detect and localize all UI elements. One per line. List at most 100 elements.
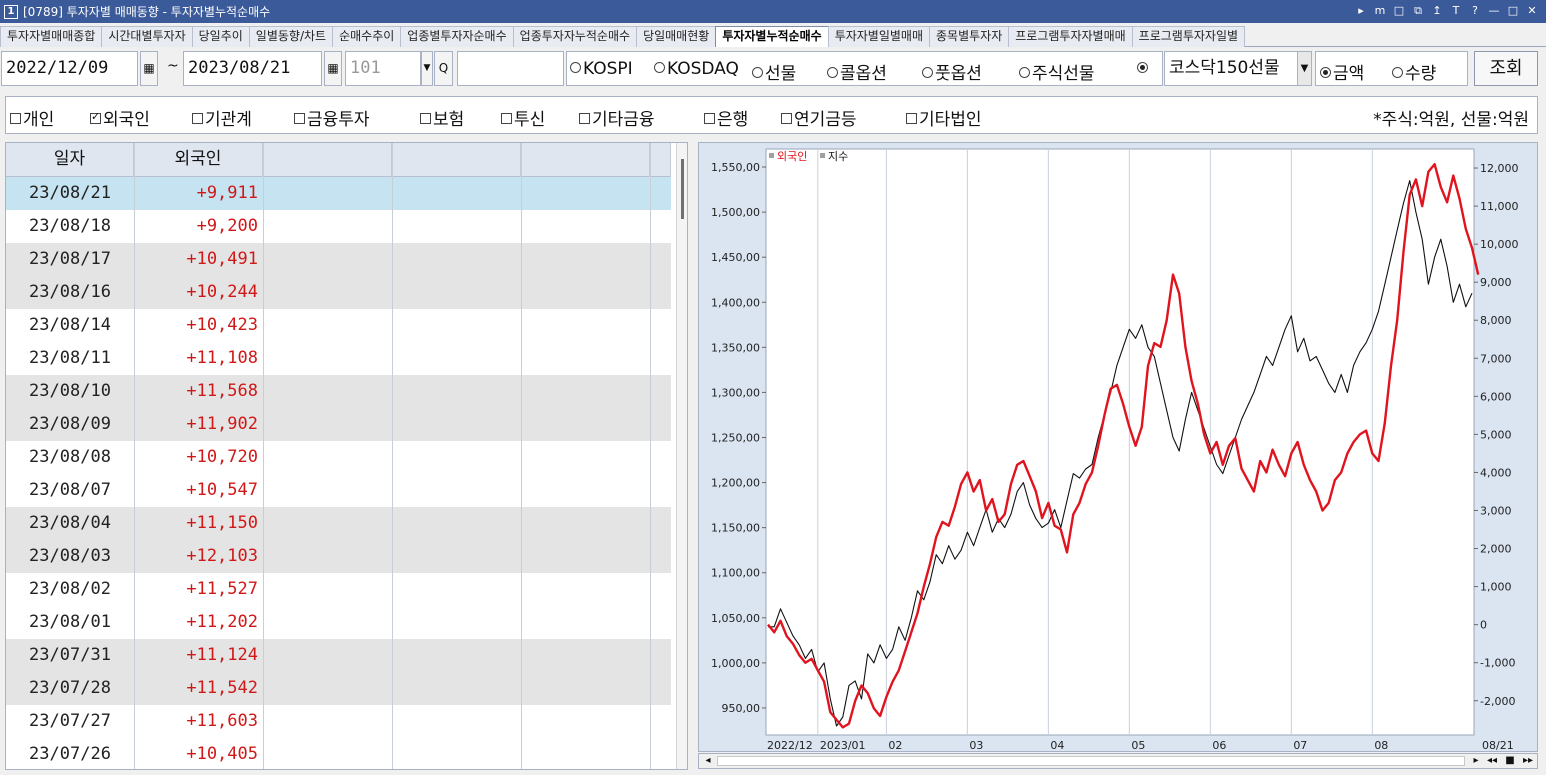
stop-icon[interactable]: ■ <box>1503 754 1517 768</box>
date-cell: 23/07/26 <box>29 744 111 764</box>
radio-kosdaq[interactable]: KOSDAQ <box>654 59 739 79</box>
pin-icon[interactable]: ↥ <box>1429 3 1445 19</box>
maximize-icon[interactable]: □ <box>1505 3 1521 19</box>
tab-investor-summary[interactable]: 투자자별매매종합 <box>0 26 103 47</box>
table-row[interactable]: 23/08/17 +10,491 <box>6 243 671 276</box>
radio-amount[interactable]: 금액 <box>1320 59 1364 84</box>
chart-horizontal-scrollbar[interactable]: ◂ ▸ ◂◂ ■ ▸▸ <box>698 753 1538 769</box>
title-bar: 1 [0789] 투자자별 매매동향 - 투자자별누적순매수 ▸ m □ ⧉ ↥… <box>0 0 1546 23</box>
tab-program-daily[interactable]: 프로그램투자자일별 <box>1131 26 1246 47</box>
tab-investor-cumulative[interactable]: 투자자별누적순매수 <box>715 26 829 47</box>
cumulative-chart[interactable]: 950,00 1,000,00 1,050,00 1,100,00 1,150,00 1,… <box>699 143 1539 753</box>
tab-investor-daily[interactable]: 투자자별일별매매 <box>827 26 931 47</box>
font-icon[interactable]: T <box>1448 3 1464 19</box>
radio-put-option[interactable]: 풋옵션 <box>922 59 982 84</box>
radio-call-option[interactable]: 콜옵션 <box>827 59 887 84</box>
table-row[interactable]: 23/07/27 +11,603 <box>6 705 671 738</box>
column-divider <box>521 143 522 769</box>
tab-net-buy-trend[interactable]: 순매수추이 <box>332 26 402 47</box>
tab-time-investor[interactable]: 시간대별투자자 <box>101 26 193 47</box>
tab-today-trades[interactable]: 당일매매현황 <box>636 26 717 47</box>
scroll-left-icon[interactable]: ◂ <box>701 754 715 768</box>
foreign-value-cell: +11,568 <box>186 381 258 401</box>
column-header-date[interactable]: 일자 <box>6 143 134 177</box>
date-cell: 23/08/16 <box>29 282 111 302</box>
table-row[interactable]: 23/08/03 +12,103 <box>6 540 671 573</box>
checkbox-institution[interactable]: 기관계 <box>192 105 252 130</box>
table-row[interactable]: 23/08/09 +11,902 <box>6 408 671 441</box>
table-row[interactable]: 23/08/21 +9,911 <box>6 177 671 210</box>
radio-futures[interactable]: 선물 <box>752 59 796 84</box>
table-row[interactable]: 23/08/04 +11,150 <box>6 507 671 540</box>
date-cell: 23/08/04 <box>29 513 111 533</box>
minimize-icon[interactable]: — <box>1486 3 1502 19</box>
tab-sector-net-buy[interactable]: 업종별투자자순매수 <box>400 26 514 47</box>
table-row[interactable]: 23/08/10 +11,568 <box>6 375 671 408</box>
column-header-foreign[interactable]: 외국인 <box>134 143 263 177</box>
table-row[interactable]: 23/07/26 +10,405 <box>6 738 671 769</box>
checkbox-insurance[interactable]: 보험 <box>420 105 464 130</box>
scroll-right-icon[interactable]: ▸ <box>1469 754 1483 768</box>
right-axis-tick-label: 6,000 <box>1480 390 1512 403</box>
table-row[interactable]: 23/07/31 +11,124 <box>6 639 671 672</box>
radio-mark <box>827 67 838 78</box>
radio-quantity[interactable]: 수량 <box>1392 59 1436 84</box>
checkbox-financial-investment[interactable]: 금융투자 <box>294 105 370 130</box>
tab-stock-investor[interactable]: 종목별투자자 <box>929 26 1010 47</box>
scrollbar-track[interactable] <box>717 756 1465 766</box>
table-row[interactable]: 23/08/02 +11,527 <box>6 573 671 606</box>
radio-kospi[interactable]: KOSPI <box>570 59 633 79</box>
fast-forward-icon[interactable]: ▸▸ <box>1521 754 1535 768</box>
copy-window-icon[interactable]: ⧉ <box>1410 3 1426 19</box>
split-icon[interactable]: □ <box>1391 3 1407 19</box>
tab-daily-chart[interactable]: 일별동향/차트 <box>248 26 334 47</box>
x-axis-tick-label: 06 <box>1212 739 1226 752</box>
checkbox-foreign[interactable]: 외국인 <box>90 105 150 130</box>
table-row[interactable]: 23/08/16 +10,244 <box>6 276 671 309</box>
date-cell: 23/08/17 <box>29 249 111 269</box>
search-icon[interactable]: Q <box>434 51 453 86</box>
vertical-scrollbar[interactable] <box>676 143 687 769</box>
radio-other-product[interactable] <box>1137 59 1150 79</box>
radio-stock-futures[interactable]: 주식선물 <box>1019 59 1095 84</box>
checkbox-investment-trust[interactable]: 투신 <box>501 105 545 130</box>
checkbox-other-corp[interactable]: 기타법인 <box>906 105 982 130</box>
tab-intraday-trend[interactable]: 당일추이 <box>191 26 250 47</box>
product-select[interactable]: 코스닥150선물 ▼ <box>1164 51 1312 86</box>
calendar-icon[interactable]: ▦ <box>140 51 158 86</box>
end-date-field[interactable]: 2023/08/21 <box>183 51 322 86</box>
close-icon[interactable]: ✕ <box>1524 3 1540 19</box>
table-row[interactable]: 23/07/28 +11,542 <box>6 672 671 705</box>
query-button[interactable]: 조회 <box>1474 51 1538 86</box>
start-date-field[interactable]: 2022/12/09 <box>1 51 138 86</box>
table-row[interactable]: 23/08/01 +11,202 <box>6 606 671 639</box>
tab-sector-cumulative[interactable]: 업종투자자누적순매수 <box>512 26 638 47</box>
checkbox-bank[interactable]: 은행 <box>704 105 748 130</box>
rewind-icon[interactable]: ◂◂ <box>1485 754 1499 768</box>
date-cell: 23/08/02 <box>29 579 111 599</box>
x-axis-tick-label: 2022/12 <box>767 739 813 752</box>
date-cell: 23/08/01 <box>29 612 111 632</box>
checkbox-individual[interactable]: 개인 <box>10 105 54 130</box>
table-row[interactable]: 23/08/07 +10,547 <box>6 474 671 507</box>
checkbox-pension[interactable]: 연기금등 <box>781 105 857 130</box>
memo-icon[interactable]: m <box>1372 3 1388 19</box>
foreign-value-cell: +11,150 <box>186 513 258 533</box>
tab-program-investor[interactable]: 프로그램투자자별매매 <box>1008 26 1133 47</box>
name-field[interactable] <box>457 51 564 86</box>
code-field[interactable]: 101 <box>345 51 421 86</box>
calendar-icon[interactable]: ▦ <box>324 51 342 86</box>
dropdown-arrow-icon[interactable]: ▼ <box>421 51 433 86</box>
radio-mark <box>654 62 665 73</box>
column-divider <box>392 143 393 769</box>
date-cell: 23/08/18 <box>29 216 111 236</box>
help-icon[interactable]: ? <box>1467 3 1483 19</box>
table-row[interactable]: 23/08/14 +10,423 <box>6 309 671 342</box>
table-row[interactable]: 23/08/08 +10,720 <box>6 441 671 474</box>
play-icon[interactable]: ▸ <box>1353 3 1369 19</box>
checkbox-other-finance[interactable]: 기타금융 <box>579 105 655 130</box>
scrollbar-thumb[interactable] <box>681 159 684 219</box>
table-row[interactable]: 23/08/11 +11,108 <box>6 342 671 375</box>
x-axis-tick-label: 08 <box>1374 739 1388 752</box>
table-row[interactable]: 23/08/18 +9,200 <box>6 210 671 243</box>
